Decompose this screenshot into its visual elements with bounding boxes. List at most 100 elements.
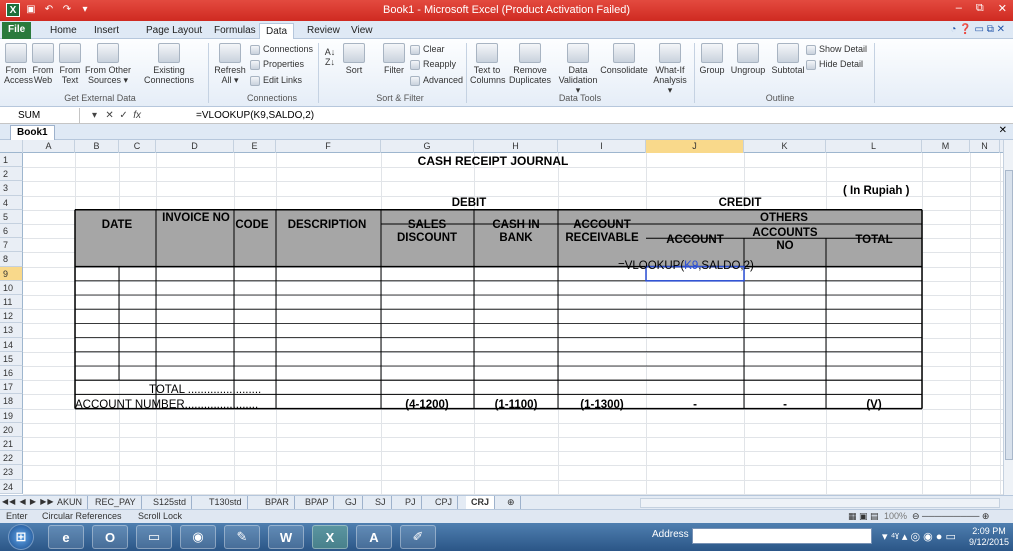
existing-connections-button[interactable]: Existing Connections [140,43,198,85]
close-button[interactable]: ✕ [998,2,1007,15]
row-header[interactable]: 3 [0,181,23,196]
minimize-button[interactable]: – [956,2,962,15]
consolidate-button[interactable]: Consolidate [598,43,650,75]
row-header[interactable]: 8 [0,252,23,267]
column-header[interactable]: H [474,140,558,153]
edit-links-button[interactable]: Edit Links [250,75,302,86]
sheet-tab-rec-pay[interactable]: REC_PAY [90,496,142,509]
tab-view[interactable]: View [345,23,379,39]
formula-input[interactable]: =VLOOKUP(K9,SALDO,2) [196,108,314,123]
row-header[interactable]: 10 [0,280,23,295]
firefox-icon[interactable]: ◉ [180,525,216,549]
restore-button[interactable]: ⧉ [976,2,984,15]
column-header[interactable]: B [75,140,119,153]
tab-page-layout[interactable]: Page Layout [140,23,208,39]
cancel-icon[interactable]: ✕ [105,110,113,121]
sheet-tab-bpar[interactable]: BPAR [260,496,295,509]
editing-formula[interactable]: =VLOOKUP(K9,SALDO,2) [618,260,754,272]
tab-formulas[interactable]: Formulas [208,23,262,39]
row-header[interactable]: 17 [0,380,23,395]
insert-sheet-icon[interactable]: ⊕ [502,496,521,509]
text-to-columns-button[interactable]: Text to Columns [470,43,506,85]
clear-button[interactable]: Clear [410,44,445,55]
sheet-tab-crj[interactable]: CRJ [466,496,496,509]
zoom-slider[interactable]: ⊖ ───────── ⊕ [912,510,989,523]
tab-insert[interactable]: Insert [88,23,125,39]
insert-function-icon[interactable]: fx [133,110,141,121]
column-header[interactable]: M [922,140,970,153]
enter-icon[interactable]: ✓ [119,110,127,121]
help-icon[interactable]: ◔ ❓ ▭ ⧉ ✕ [950,24,1005,35]
properties-button[interactable]: Properties [250,59,304,70]
what-if-analysis-button[interactable]: What-If Analysis ▾ [650,43,690,95]
row-header[interactable]: 14 [0,337,23,352]
column-header[interactable]: F [276,140,381,153]
row-header[interactable]: 19 [0,408,23,423]
column-header[interactable]: J [646,140,744,153]
sheet-tab-gj[interactable]: GJ [340,496,363,509]
row-header[interactable]: 6 [0,224,23,239]
start-button[interactable]: ⊞ [8,524,34,550]
show-detail-button[interactable]: Show Detail [806,44,867,55]
tray-icons[interactable]: ▾ ⁴ˠ ▴ ◎ ◉ ● ▭ [882,530,956,543]
refresh-all-button[interactable]: Refresh All ▾ [214,43,246,85]
vertical-scrollbar[interactable] [1003,140,1013,495]
row-header[interactable]: 16 [0,366,23,381]
column-header[interactable]: I [558,140,646,153]
app-icon[interactable]: ✎ [224,525,260,549]
row-header[interactable]: 12 [0,309,23,324]
row-header[interactable]: 13 [0,323,23,338]
column-header[interactable]: L [826,140,922,153]
from-other-sources-button[interactable]: From Other Sources ▾ [80,43,136,85]
column-header[interactable]: K [744,140,826,153]
row-header[interactable]: 1 [0,153,23,168]
sheet-tab-cpj[interactable]: CPJ [430,496,459,509]
row-header[interactable]: 7 [0,238,23,253]
column-header[interactable]: G [381,140,474,153]
name-box[interactable]: SUM [0,108,80,123]
column-header[interactable]: D [156,140,234,153]
address-input[interactable] [692,528,872,544]
sheet-tab-t130std[interactable]: T130std [204,496,248,509]
row-header[interactable]: 24 [0,479,23,494]
sort-az-button[interactable]: A↓ Z↓ [324,47,336,67]
advanced-button[interactable]: Advanced [410,75,463,86]
tab-review[interactable]: Review [301,23,346,39]
ie-icon[interactable]: e [48,525,84,549]
connections-button[interactable]: Connections [250,44,313,55]
from-text-button[interactable]: From Text [58,43,82,85]
workbook-tab[interactable]: Book1 [10,125,55,140]
row-header[interactable]: 22 [0,451,23,466]
group-button[interactable]: Group [698,43,726,75]
row-header[interactable]: 9 [0,266,23,281]
close-workbook-icon[interactable]: ✕ [999,125,1007,136]
row-header[interactable]: 15 [0,351,23,366]
ungroup-button[interactable]: Ungroup [728,43,768,75]
view-buttons[interactable]: ▦ ▣ ▤ [848,510,879,523]
horizontal-scrollbar[interactable] [640,498,1000,508]
sheet-tab-s125std[interactable]: S125std [148,496,193,509]
remove-duplicates-button[interactable]: Remove Duplicates [506,43,554,85]
from-access-button[interactable]: From Access [4,43,33,85]
column-header[interactable]: N [970,140,1000,153]
sheet-tab-akun[interactable]: AKUN [52,496,89,509]
data-validation-button[interactable]: Data Validation ▾ [556,43,600,95]
filter-button[interactable]: Filter [380,43,408,75]
column-header[interactable]: C [119,140,156,153]
excel-icon[interactable]: X [312,525,348,549]
row-header[interactable]: 18 [0,394,23,409]
sheet-nav-icons[interactable]: ◀◀ ◀ ▶ ▶▶ [2,497,55,506]
sheet-tab-pj[interactable]: PJ [400,496,422,509]
subtotal-button[interactable]: Subtotal [768,43,808,75]
select-all-corner[interactable] [0,140,23,153]
sheet-tab-bpap[interactable]: BPAP [300,496,335,509]
row-header[interactable]: 21 [0,437,23,452]
column-header[interactable]: E [234,140,276,153]
sort-button[interactable]: Sort [340,43,368,75]
sheet-tab-sj[interactable]: SJ [370,496,392,509]
reapply-button[interactable]: Reapply [410,59,456,70]
dropdown-icon[interactable]: ▾ [92,110,97,121]
row-header[interactable]: 4 [0,195,23,210]
tab-home[interactable]: Home [44,23,83,39]
column-header[interactable]: A [23,140,75,153]
